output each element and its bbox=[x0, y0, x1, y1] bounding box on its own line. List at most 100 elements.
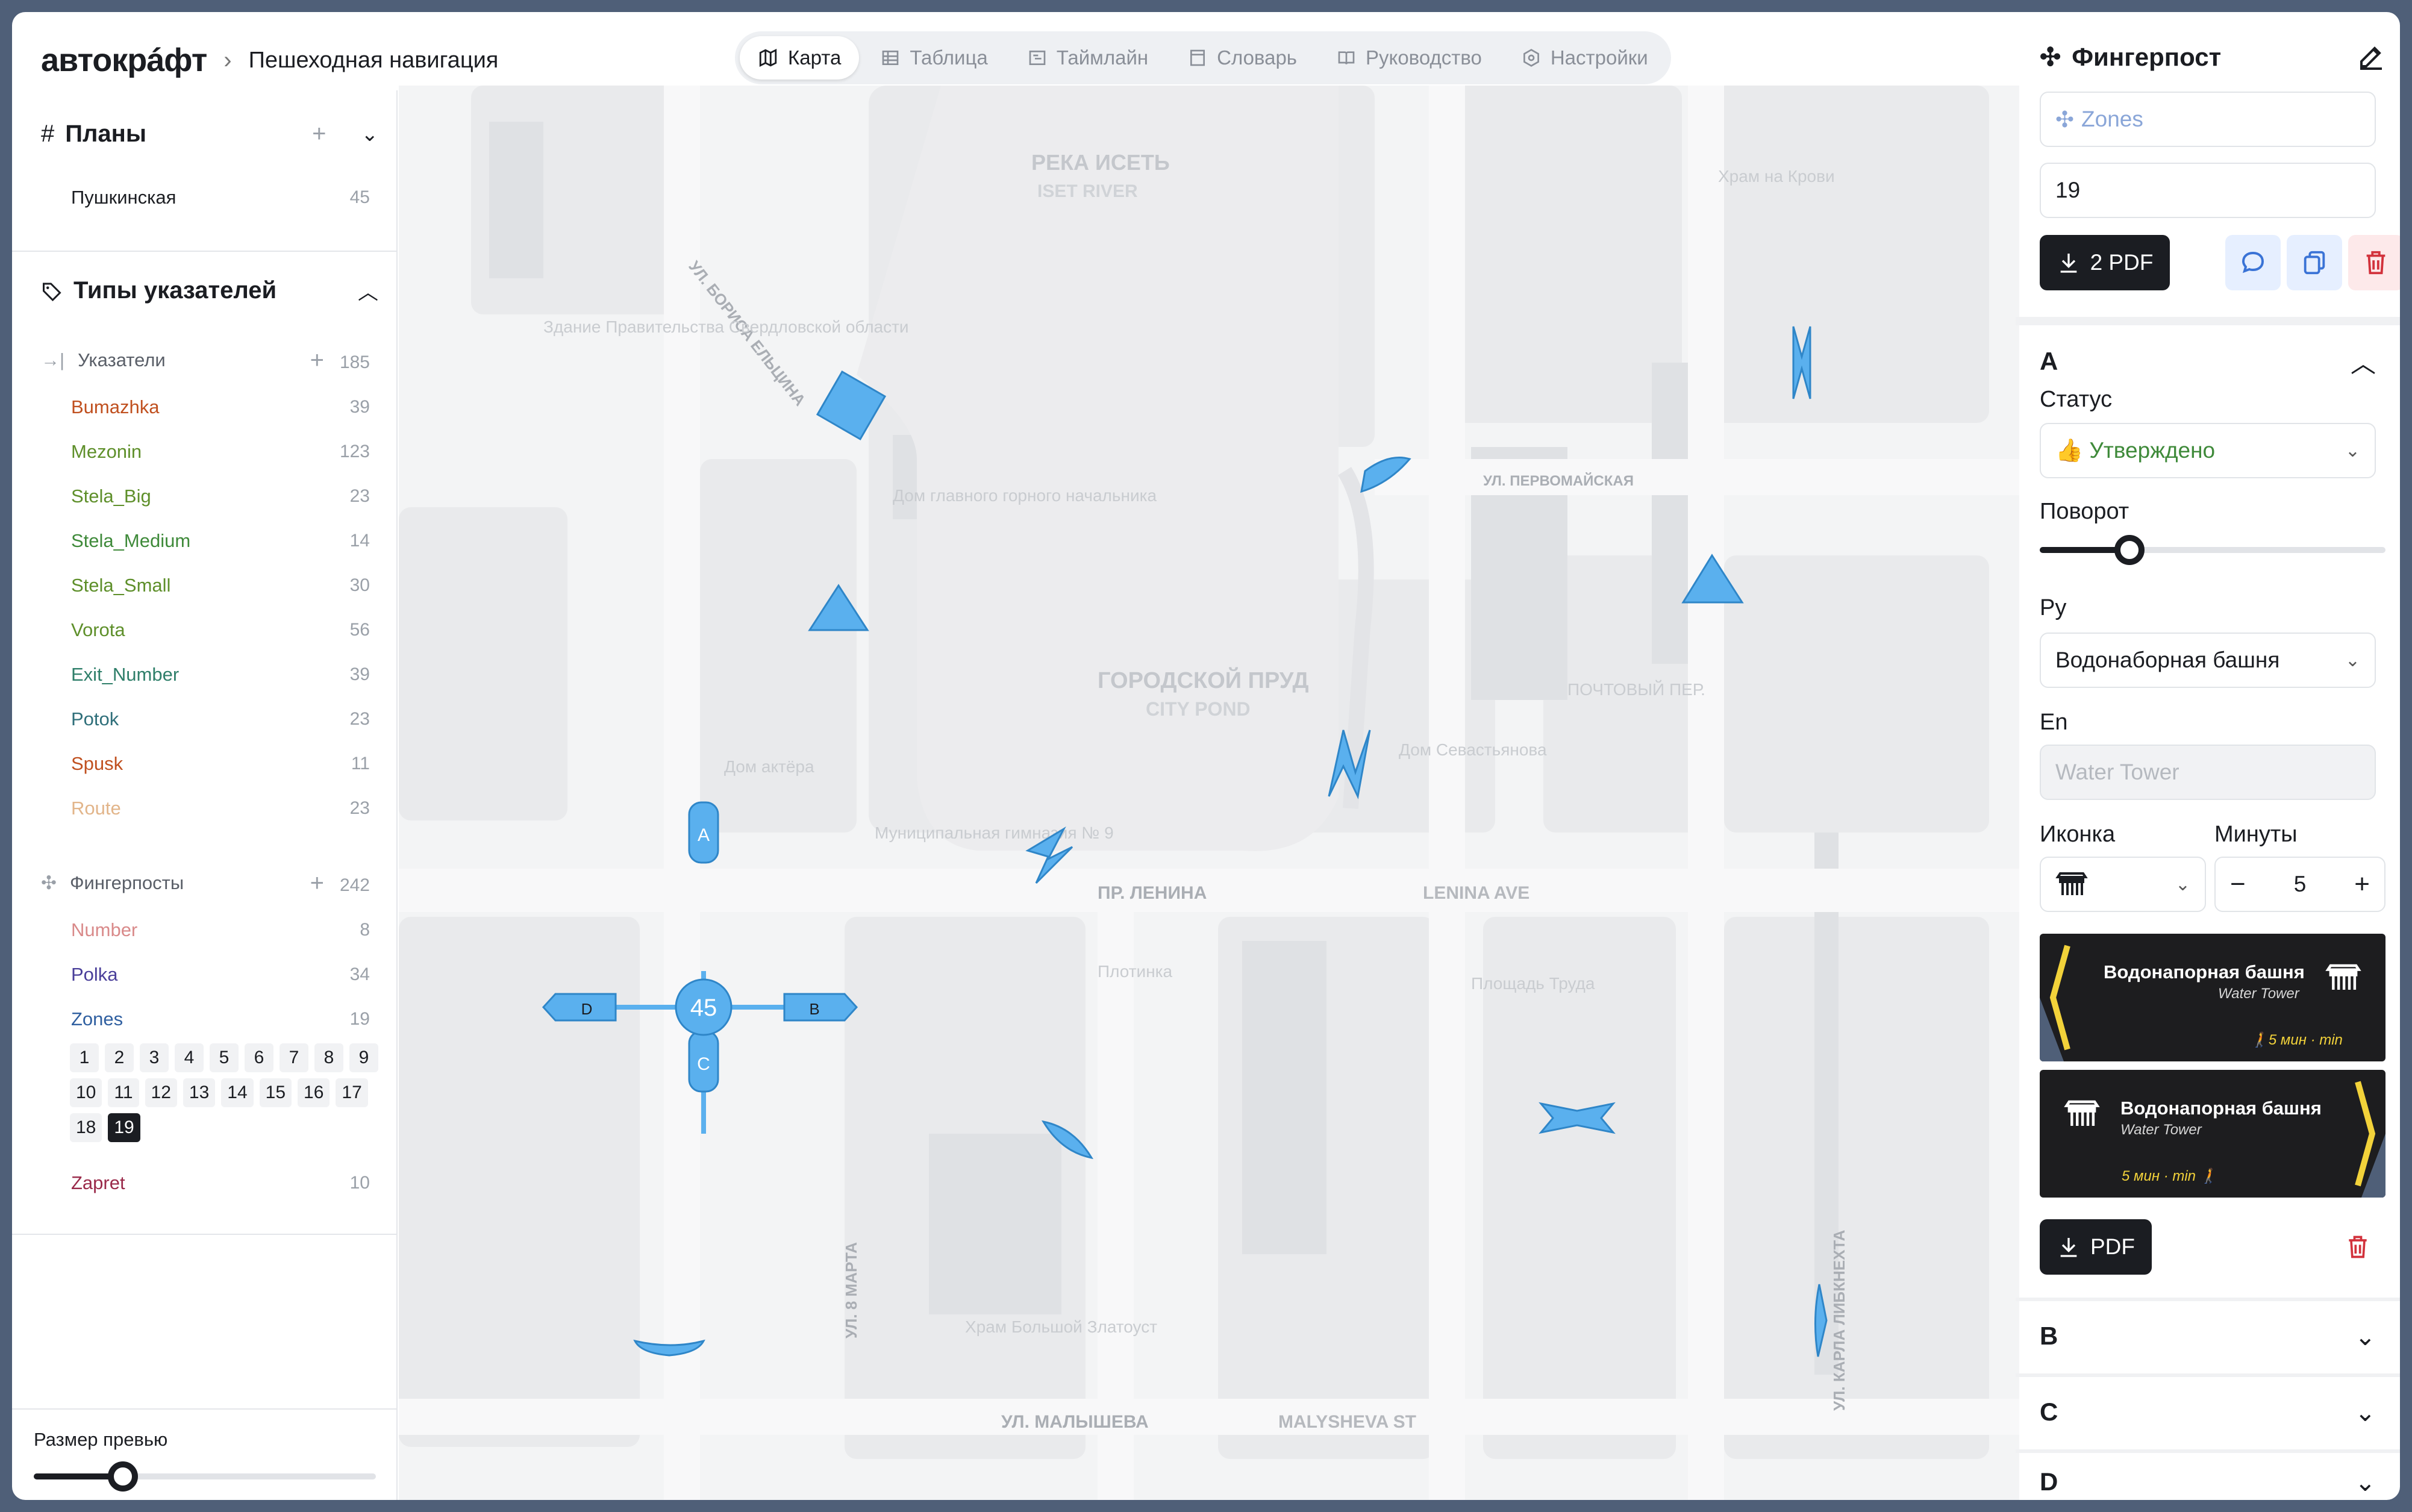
plan-count: 45 bbox=[349, 187, 370, 207]
zone-button[interactable]: 7 bbox=[280, 1043, 308, 1072]
minus-icon[interactable]: − bbox=[2230, 869, 2246, 899]
add-plan-icon[interactable]: + bbox=[312, 120, 326, 148]
zone-button[interactable]: 5 bbox=[210, 1043, 239, 1072]
zone-button[interactable]: 11 bbox=[108, 1078, 139, 1107]
tab-guide[interactable]: Руководство bbox=[1319, 36, 1500, 80]
type-item-stela-medium[interactable]: Stela_Medium 14 bbox=[71, 523, 370, 559]
group-pointers[interactable]: →| Указатели +185 bbox=[41, 342, 370, 378]
minutes-stepper[interactable]: − 5 + bbox=[2214, 857, 2385, 912]
type-item-zones[interactable]: Zones 19 bbox=[71, 1001, 370, 1037]
types-header[interactable]: Типы указателей ︿ bbox=[41, 276, 378, 305]
type-count: 39 bbox=[349, 664, 370, 684]
type-item-polka[interactable]: Polka 34 bbox=[71, 957, 370, 993]
number-input[interactable]: 19 bbox=[2040, 163, 2376, 218]
zone-button[interactable]: 1 bbox=[70, 1043, 99, 1072]
zone-button[interactable]: 15 bbox=[259, 1078, 292, 1107]
plans-header[interactable]: # Планы + ⌄ bbox=[41, 120, 378, 148]
slider-handle[interactable] bbox=[2114, 535, 2145, 565]
type-item-number[interactable]: Number 8 bbox=[71, 912, 370, 948]
map-label: ПР. ЛЕНИНА bbox=[1098, 883, 1207, 903]
duplicate-button[interactable] bbox=[2287, 235, 2342, 290]
section-d-header[interactable]: D ⌄ bbox=[2040, 1464, 2376, 1500]
sign-en: Water Tower bbox=[2120, 1122, 2202, 1138]
zones-grid: 1 2 3 4 5 6 7 8 9 10 11 12 13 14 15 16 17 18 19 bbox=[70, 1043, 383, 1142]
type-label: Zapret bbox=[71, 1172, 125, 1193]
type-item-vorota[interactable]: Vorota 56 bbox=[71, 612, 370, 648]
zones-input[interactable]: ✣ Zones bbox=[2040, 92, 2376, 147]
logo[interactable]: автокрáфт bbox=[41, 42, 207, 79]
type-label: Vorota bbox=[71, 619, 125, 640]
zone-button[interactable]: 19 bbox=[108, 1113, 140, 1142]
zone-button[interactable]: 2 bbox=[105, 1043, 134, 1072]
zone-button[interactable]: 3 bbox=[140, 1043, 169, 1072]
section-a-header[interactable]: A ︿ bbox=[2040, 337, 2376, 386]
chevron-down-icon[interactable]: ⌄ bbox=[361, 122, 379, 146]
type-item-stela-big[interactable]: Stela_Big 23 bbox=[71, 478, 370, 514]
zone-button[interactable]: 6 bbox=[245, 1043, 273, 1072]
zone-button[interactable]: 8 bbox=[314, 1043, 343, 1072]
comment-button[interactable] bbox=[2225, 235, 2281, 290]
chevron-up-icon[interactable]: ︿ bbox=[358, 276, 378, 305]
type-item-potok[interactable]: Potok 23 bbox=[71, 701, 370, 737]
delete-button[interactable] bbox=[2348, 235, 2400, 290]
group-fingerposts[interactable]: ✣ Фингерпосты +242 bbox=[41, 865, 370, 901]
type-label: Stela_Small bbox=[71, 575, 171, 596]
type-label: Stela_Big bbox=[71, 486, 151, 507]
zone-button[interactable]: 10 bbox=[70, 1078, 102, 1107]
divider bbox=[12, 1234, 398, 1235]
tab-timeline[interactable]: Таймлайн bbox=[1010, 36, 1166, 80]
map-label: Дом Севастьянова bbox=[1399, 740, 1547, 759]
section-b-header[interactable]: B ⌄ bbox=[2040, 1312, 2376, 1360]
download-pdf-button[interactable]: 2 PDF bbox=[2040, 235, 2170, 290]
type-count: 34 bbox=[349, 964, 370, 984]
section-c-header[interactable]: C ⌄ bbox=[2040, 1388, 2376, 1436]
icon-label: Иконка bbox=[2040, 822, 2116, 847]
zone-button[interactable]: 9 bbox=[349, 1043, 378, 1072]
zone-button[interactable]: 18 bbox=[70, 1113, 102, 1142]
status-select[interactable]: 👍 Утверждено ⌄ bbox=[2040, 423, 2376, 478]
type-item-mezonin[interactable]: Mezonin 123 bbox=[71, 434, 370, 470]
tab-dictionary[interactable]: Словарь bbox=[1170, 36, 1315, 80]
add-fingerpost-icon[interactable]: + bbox=[310, 870, 324, 896]
table-icon bbox=[882, 51, 899, 65]
ru-select[interactable]: Водонаборная башня ⌄ bbox=[2040, 633, 2376, 688]
type-label: Route bbox=[71, 798, 121, 819]
type-item-zapret[interactable]: Zapret 10 bbox=[71, 1165, 370, 1201]
map-canvas[interactable]: РЕКА ИСЕТЬ ISET RIVER ГОРОДСКОЙ ПРУД CIT… bbox=[399, 86, 2019, 1500]
type-item-spusk[interactable]: Spusk 11 bbox=[71, 746, 370, 782]
tab-label: Словарь bbox=[1217, 46, 1297, 69]
icon-select[interactable]: ⌄ bbox=[2040, 857, 2206, 912]
divider bbox=[2016, 317, 2400, 325]
type-item-bumazhka[interactable]: Bumazhka 39 bbox=[71, 389, 370, 425]
ru-value: Водонаборная башня bbox=[2055, 648, 2280, 672]
rotation-slider[interactable] bbox=[2040, 535, 2385, 565]
preview-size-slider[interactable] bbox=[34, 1461, 376, 1492]
type-item-stela-small[interactable]: Stela_Small 30 bbox=[71, 567, 370, 604]
zone-button[interactable]: 4 bbox=[175, 1043, 204, 1072]
download-pdf-single-button[interactable]: PDF bbox=[2040, 1219, 2152, 1275]
zone-button[interactable]: 16 bbox=[298, 1078, 330, 1107]
zone-button[interactable]: 12 bbox=[145, 1078, 177, 1107]
tab-table[interactable]: Таблица bbox=[863, 36, 1005, 80]
map-label: Муниципальная гимназия № 9 bbox=[875, 823, 1114, 842]
zone-button[interactable]: 14 bbox=[221, 1078, 254, 1107]
add-pointer-icon[interactable]: + bbox=[310, 347, 324, 373]
zones-placeholder: Zones bbox=[2081, 107, 2143, 131]
plus-icon[interactable]: + bbox=[2354, 869, 2370, 899]
comment-icon bbox=[2242, 251, 2264, 273]
type-item-exit-number[interactable]: Exit_Number 39 bbox=[71, 657, 370, 693]
type-item-route[interactable]: Route 23 bbox=[71, 790, 370, 826]
tab-map[interactable]: Карта bbox=[740, 36, 860, 80]
zone-button[interactable]: 17 bbox=[336, 1078, 368, 1107]
plan-item[interactable]: Пушкинская 45 bbox=[71, 180, 370, 216]
edit-icon[interactable] bbox=[2357, 42, 2385, 71]
type-count: 19 bbox=[349, 1009, 370, 1029]
dictionary-icon bbox=[1190, 49, 1205, 66]
type-count: 14 bbox=[349, 531, 370, 551]
tab-settings[interactable]: Настройки bbox=[1504, 36, 1666, 80]
delete-side-button[interactable] bbox=[2330, 1219, 2385, 1275]
breadcrumb[interactable]: Пешеходная навигация bbox=[249, 48, 499, 73]
slider-handle[interactable] bbox=[107, 1461, 138, 1492]
en-input[interactable]: Water Tower bbox=[2040, 745, 2376, 800]
zone-button[interactable]: 13 bbox=[183, 1078, 216, 1107]
